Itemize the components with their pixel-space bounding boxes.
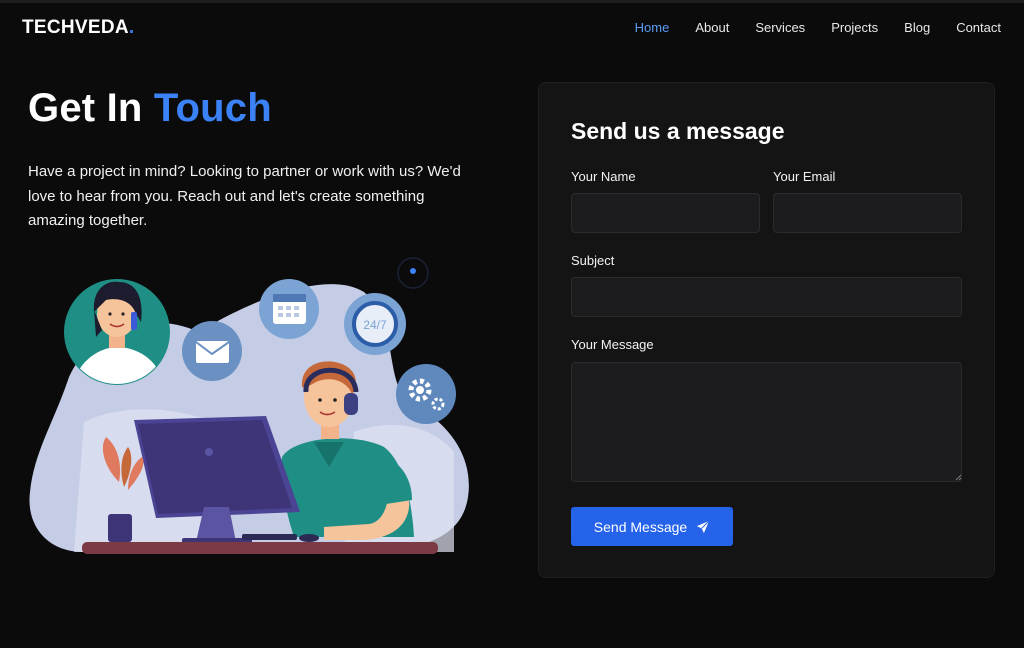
name-label: Your Name [571,169,636,184]
mail-icon [182,321,242,381]
page-title: Get In Touch [28,86,272,131]
nav-services[interactable]: Services [755,20,805,35]
nav-menu: Home About Services Projects Blog Contac… [609,20,1001,35]
message-label: Your Message [571,337,654,352]
paper-plane-icon [697,520,710,533]
send-message-button[interactable]: Send Message [571,507,733,546]
mouse [299,534,319,542]
nav-projects[interactable]: Projects [831,20,878,35]
navbar: TECHVEDA. Home About Services Projects B… [0,0,1024,56]
subject-input[interactable] [571,277,962,317]
nav-blog[interactable]: Blog [904,20,930,35]
clock-text: 24/7 [363,318,387,332]
keyboard [242,534,297,540]
clock-24-7-icon: 24/7 [344,293,406,355]
decor-dot [397,257,429,289]
gears-icon [396,364,456,424]
hero-description: Have a project in mind? Looking to partn… [28,163,461,229]
email-input[interactable] [773,193,962,233]
desk [82,542,438,554]
send-button-label: Send Message [593,518,688,535]
title-main: Get In [28,86,154,130]
nav-home[interactable]: Home [635,20,670,35]
nav-contact[interactable]: Contact [956,20,1001,35]
title-accent: Touch [153,86,272,130]
contact-form-card: Send us a message Your Name Your Email S… [538,82,995,578]
nav-about[interactable]: About [695,20,729,35]
name-input[interactable] [571,193,760,233]
contact-illustration: 24/7 [29,257,469,554]
form-title: Send us a message [571,118,785,144]
brand-name: TECHVEDA [22,17,129,38]
brand-logo[interactable]: TECHVEDA. [22,17,135,39]
calendar-icon [259,279,319,339]
brand-dot: . [128,17,135,38]
message-textarea[interactable] [571,362,962,482]
email-label: Your Email [773,169,836,184]
subject-label: Subject [571,253,615,268]
resize-grip-icon[interactable] [954,473,962,481]
